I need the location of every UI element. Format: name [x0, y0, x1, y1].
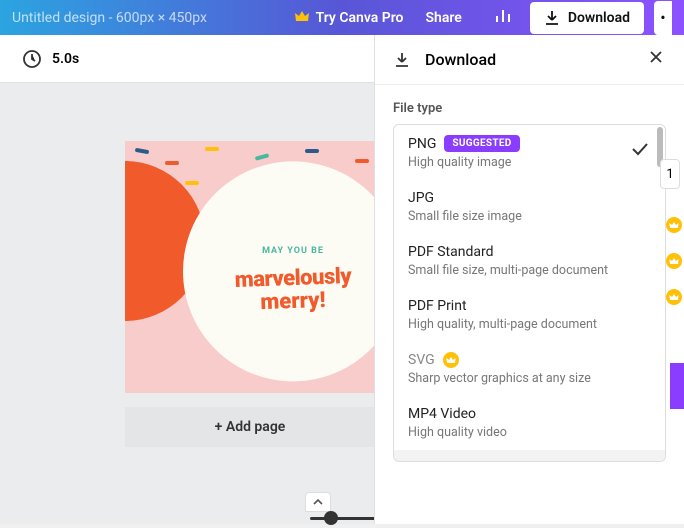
file-type-label: File type	[375, 85, 684, 124]
more-menu-button[interactable]: •	[654, 1, 672, 35]
option-label: PNG	[408, 136, 436, 152]
pro-badge-icon	[666, 253, 682, 269]
close-icon	[648, 49, 664, 65]
try-pro-label: Try Canva Pro	[316, 10, 404, 26]
add-page-button[interactable]: + Add page	[125, 407, 375, 447]
top-toolbar: Untitled design - 600px × 450px Try Canv…	[0, 0, 684, 35]
try-pro-button[interactable]: Try Canva Pro	[294, 9, 404, 27]
file-type-option-pdf-standard[interactable]: PDF Standard Small file size, multi-page…	[394, 234, 665, 288]
option-desc: High quality image	[408, 155, 641, 170]
action-button-edge[interactable]	[670, 363, 684, 409]
crown-icon	[443, 352, 459, 368]
option-label: PDF Print	[408, 298, 467, 314]
option-label: JPG	[408, 190, 434, 206]
download-label: Download	[568, 10, 630, 26]
crown-icon	[294, 9, 310, 27]
file-type-option-png[interactable]: PNG SUGGESTED High quality image	[394, 125, 665, 180]
file-type-option-pdf-print[interactable]: PDF Print High quality, multi-page docum…	[394, 288, 665, 342]
check-icon	[631, 141, 649, 160]
close-panel-button[interactable]	[648, 49, 666, 70]
option-label: MP4 Video	[408, 406, 476, 422]
option-desc: Sharp vector graphics at any size	[408, 371, 641, 386]
file-type-option-gif[interactable]: GIF Short clip, no sound	[394, 450, 665, 462]
suggested-badge: SUGGESTED	[444, 135, 519, 152]
pro-badge-icon	[666, 289, 682, 305]
chevron-up-icon	[312, 498, 324, 506]
share-button[interactable]: Share	[412, 4, 476, 32]
file-type-option-mp4[interactable]: MP4 Video High quality video	[394, 396, 665, 450]
design-text-line3: merry!	[260, 288, 326, 315]
design-text-line1: MAY YOU BE	[262, 246, 324, 256]
bar-chart-icon	[494, 8, 512, 24]
option-desc: Small file size, multi-page document	[408, 263, 641, 278]
option-desc: Small file size image	[408, 209, 641, 224]
download-button[interactable]: Download	[530, 2, 644, 34]
pro-badge-icon	[666, 217, 682, 233]
option-label: GIF	[408, 460, 429, 462]
file-type-option-svg[interactable]: SVG Sharp vector graphics at any size	[394, 342, 665, 396]
clock-icon	[22, 49, 42, 69]
page-count-input[interactable]: 1	[660, 159, 680, 189]
duration-value[interactable]: 5.0s	[52, 51, 79, 67]
document-title[interactable]: Untitled design - 600px × 450px	[12, 10, 207, 26]
stats-button[interactable]	[484, 2, 522, 34]
panel-title: Download	[425, 50, 634, 69]
file-type-option-jpg[interactable]: JPG Small file size image	[394, 180, 665, 234]
option-label: PDF Standard	[408, 244, 494, 260]
option-desc: High quality video	[408, 425, 641, 440]
option-desc: High quality, multi-page document	[408, 317, 641, 332]
file-type-dropdown[interactable]: PNG SUGGESTED High quality image JPG Sma…	[393, 124, 666, 462]
download-icon	[393, 51, 411, 69]
download-icon	[544, 10, 560, 26]
option-label: SVG	[408, 352, 435, 368]
download-panel: Download File type PNG SUGGESTED High qu…	[374, 35, 684, 524]
